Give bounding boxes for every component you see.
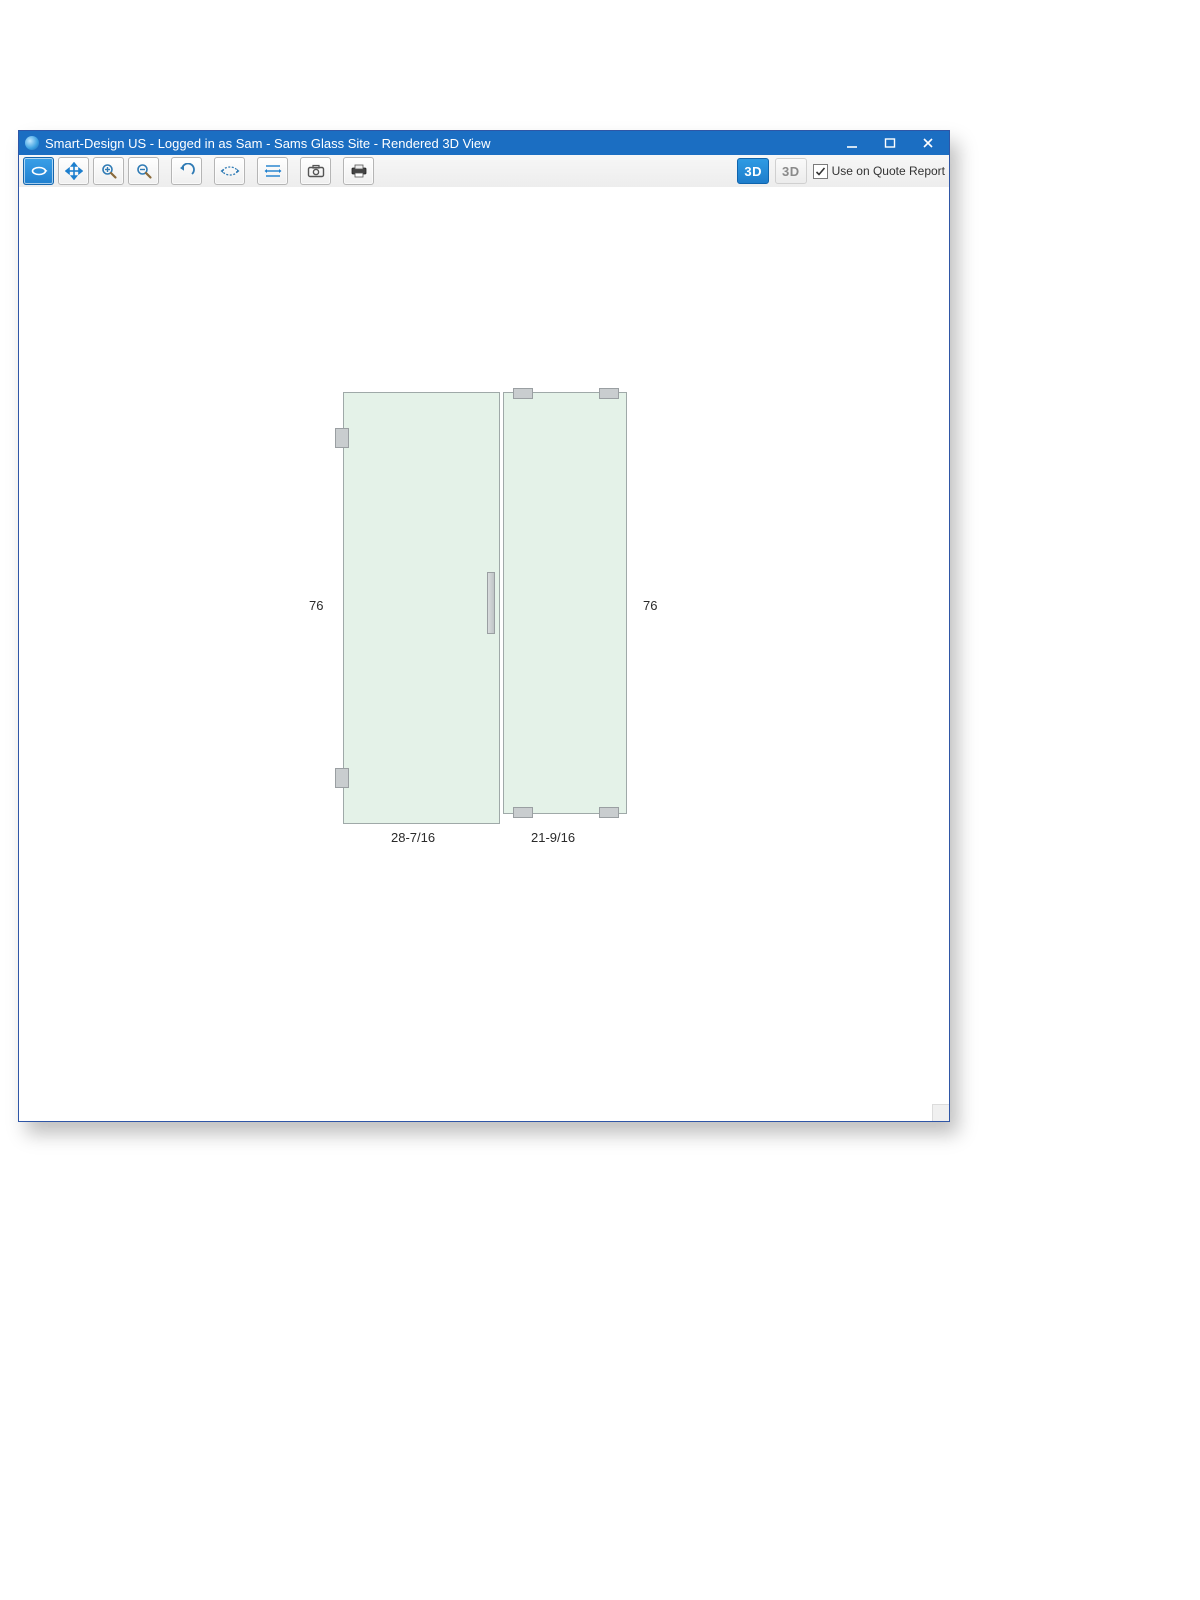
zoom-out-button[interactable] — [128, 157, 159, 185]
pan-button[interactable] — [58, 157, 89, 185]
zoom-in-button[interactable] — [93, 157, 124, 185]
maximize-button[interactable] — [883, 136, 897, 150]
use-on-quote-checkbox[interactable]: Use on Quote Report — [813, 164, 945, 179]
app-icon — [25, 136, 39, 150]
minimize-icon — [846, 137, 858, 149]
glass-assembly: 76 76 28-7/16 21-9/16 — [343, 392, 625, 822]
zoom-in-icon — [100, 162, 118, 180]
print-icon — [350, 163, 368, 179]
scroll-corner — [932, 1104, 949, 1121]
dim-panel-width: 21-9/16 — [531, 830, 575, 845]
undo-icon — [178, 163, 196, 179]
view-3d-wire-button[interactable]: 3D — [775, 158, 807, 184]
dim-left-height: 76 — [309, 598, 323, 613]
use-on-quote-label: Use on Quote Report — [832, 164, 945, 178]
print-button[interactable] — [343, 157, 374, 185]
window-title: Smart-Design US - Logged in as Sam - Sam… — [45, 136, 491, 151]
uclip-top-right — [599, 388, 619, 399]
view-3d-solid-button[interactable]: 3D — [737, 158, 769, 184]
dimensions-icon — [264, 163, 282, 179]
uclip-top-left — [513, 388, 533, 399]
toolbar: 3D 3D Use on Quote Report — [19, 155, 949, 188]
close-icon — [922, 137, 934, 149]
uclip-bottom-right — [599, 807, 619, 818]
maximize-icon — [884, 137, 896, 149]
camera-icon — [307, 164, 325, 178]
hinge-top — [335, 428, 349, 448]
rotate-button[interactable] — [23, 157, 54, 185]
fixed-panel-pane — [503, 392, 627, 814]
door-handle — [487, 572, 495, 634]
close-button[interactable] — [921, 136, 935, 150]
uclip-bottom-left — [513, 807, 533, 818]
pan-icon — [65, 162, 83, 180]
titlebar[interactable]: Smart-Design US - Logged in as Sam - Sam… — [19, 131, 949, 155]
snapshot-button[interactable] — [300, 157, 331, 185]
checkbox-icon — [813, 164, 828, 179]
fit-to-screen-icon — [220, 163, 240, 179]
minimize-button[interactable] — [845, 136, 859, 150]
dimensions-button[interactable] — [257, 157, 288, 185]
dim-right-height: 76 — [643, 598, 657, 613]
dim-door-width: 28-7/16 — [391, 830, 435, 845]
viewport-3d[interactable]: 76 76 28-7/16 21-9/16 — [19, 187, 949, 1121]
zoom-out-icon — [135, 162, 153, 180]
door-pane — [343, 392, 500, 824]
app-window: Smart-Design US - Logged in as Sam - Sam… — [18, 130, 950, 1122]
undo-button[interactable] — [171, 157, 202, 185]
fit-to-screen-button[interactable] — [214, 157, 245, 185]
rotate-icon — [30, 163, 48, 179]
hinge-bottom — [335, 768, 349, 788]
